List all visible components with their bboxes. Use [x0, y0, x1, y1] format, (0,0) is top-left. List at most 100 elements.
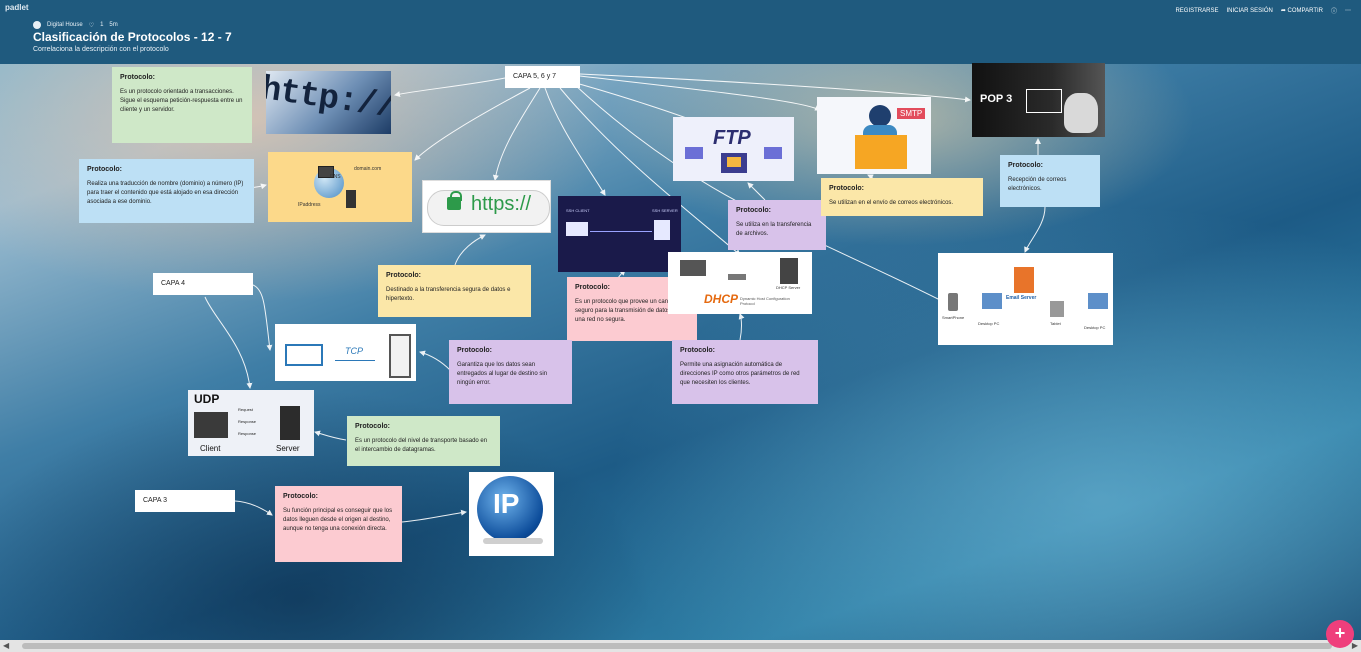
image-email-server[interactable]: Email Server SmartPhone Desktop PC Table… — [938, 253, 1113, 345]
https-text: https:// — [471, 193, 532, 215]
padlet-logo[interactable]: padlet — [5, 3, 29, 12]
folder-icon — [727, 157, 741, 167]
smtp-badge: SMTP — [897, 108, 926, 119]
desktop-icon-1 — [982, 293, 1002, 309]
laptop-left-icon — [685, 147, 703, 159]
card-https-description[interactable]: Protocolo: Destinado a la transferencia … — [378, 265, 531, 317]
like-count: 1 — [100, 22, 104, 28]
smartphone-icon — [948, 293, 958, 311]
scroll-right-icon[interactable]: ▶ — [1352, 641, 1358, 650]
image-udp[interactable]: UDP Request Response Response Client Ser… — [188, 390, 314, 456]
ip-text: IP — [493, 488, 520, 519]
card-text: Recepción de correos electrónicos. — [1008, 176, 1067, 192]
like-icon[interactable]: ♡ — [89, 22, 94, 29]
pop3-text: POP 3 — [980, 93, 1013, 105]
layer-label-capa3[interactable]: CAPA 3 — [135, 490, 235, 512]
layer-label-capa567[interactable]: CAPA 5, 6 y 7 — [505, 66, 580, 88]
image-dns[interactable]: domain.com DNS IPaddress — [268, 152, 412, 222]
board-title: Clasificación de Protocolos - 12 - 7 — [33, 30, 232, 44]
image-tcp[interactable]: TCP — [275, 324, 416, 381]
card-pop3-description[interactable]: Protocolo: Recepción de correos electrón… — [1000, 155, 1100, 207]
card-title: Protocolo: — [680, 347, 715, 354]
layer-label-capa4[interactable]: CAPA 4 — [153, 273, 253, 295]
image-ftp[interactable]: FTP — [673, 117, 794, 181]
more-icon[interactable]: ⋯ — [1345, 7, 1351, 14]
laptop-right-icon — [764, 147, 782, 159]
share-button[interactable]: ➦ COMPARTIR — [1281, 7, 1323, 14]
card-title: Protocolo: — [87, 166, 122, 173]
tablet-label: Tablet — [1050, 321, 1061, 326]
help-icon[interactable]: ⓘ — [1331, 6, 1337, 15]
card-text: Garantiza que los datos sean entregados … — [457, 361, 548, 386]
board-subtitle: Correlaciona la descripción con el proto… — [33, 46, 169, 53]
router-icon — [728, 274, 746, 280]
card-http-description[interactable]: Protocolo: Es un protocolo orientado a t… — [112, 67, 252, 143]
dhcp-server-icon — [780, 258, 798, 284]
card-ftp-description[interactable]: Protocolo: Se utiliza en la transferenci… — [728, 200, 826, 250]
desktop-label-2: Desktop PC — [1084, 325, 1106, 330]
udp-response-label-2: Response — [238, 431, 257, 436]
image-ip[interactable]: IP — [469, 472, 554, 556]
client-laptop-icon — [194, 412, 228, 438]
email-server-icon — [1014, 267, 1034, 293]
server-icon — [346, 190, 356, 208]
card-ip-description[interactable]: Protocolo: Su función principal es conse… — [275, 486, 402, 562]
desktop-icon-2 — [1088, 293, 1108, 309]
card-text: Se utiliza en la transferencia de archiv… — [736, 221, 812, 237]
image-ssh[interactable]: SSH CLIENT SSH SERVER — [558, 196, 681, 272]
server-icon — [389, 334, 411, 378]
dhcp-subtitle: Dynamic Host Configuration Protocol — [740, 296, 790, 306]
image-pop3[interactable]: POP 3 — [972, 63, 1105, 137]
plus-icon: + — [1334, 623, 1346, 643]
card-title: Protocolo: — [386, 272, 421, 279]
email-server-label: Email Server — [1006, 295, 1037, 301]
board-meta: Digital House ♡ 1 5m — [33, 21, 118, 29]
author-avatar[interactable] — [33, 21, 41, 29]
udp-client-label: Client — [200, 444, 221, 453]
image-dhcp[interactable]: DHCP Server DHCP Dynamic Host Configurat… — [668, 252, 812, 314]
card-text: Es un protocolo orientado a transaccione… — [120, 88, 243, 113]
card-text: Destinado a la transferencia segura de d… — [386, 286, 511, 302]
dhcp-text: DHCP — [704, 292, 739, 306]
card-title: Protocolo: — [457, 347, 492, 354]
dns-label-domain: domain.com — [354, 166, 382, 172]
card-text: Se utilizan en el envío de correos elect… — [829, 199, 954, 206]
scroll-left-icon[interactable]: ◀ — [3, 641, 9, 650]
image-https[interactable]: https:// — [422, 180, 551, 233]
udp-text: UDP — [194, 392, 220, 406]
register-button[interactable]: REGISTRARSE — [1175, 8, 1218, 14]
cable-icon — [483, 538, 543, 544]
author-name[interactable]: Digital House — [47, 22, 83, 28]
ssh-server-label: SSH SERVER — [652, 208, 678, 213]
hand-icon — [1064, 93, 1098, 133]
http-text: http://ww — [266, 71, 391, 133]
dns-label-dns: DNS — [330, 174, 341, 180]
ftp-text: FTP — [713, 127, 751, 149]
card-title: Protocolo: — [355, 423, 390, 430]
image-smtp[interactable]: SMTP — [817, 97, 931, 174]
dhcp-server-label: DHCP Server — [776, 285, 801, 290]
computer-icon — [680, 260, 706, 276]
add-post-button[interactable]: + — [1326, 620, 1354, 648]
share-label: COMPARTIR — [1287, 8, 1323, 14]
server-icon — [280, 406, 300, 440]
time-ago: 5m — [109, 22, 118, 28]
card-text: Permite una asignación automática de dir… — [680, 361, 800, 386]
laptop-icon — [285, 344, 323, 366]
card-udp-description[interactable]: Protocolo: Es un protocolo del nivel de … — [347, 416, 500, 466]
smartphone-label: SmartPhone — [942, 315, 965, 320]
card-tcp-description[interactable]: Protocolo: Garantiza que los datos sean … — [449, 340, 572, 404]
login-button[interactable]: INICIAR SESIÓN — [1226, 8, 1272, 14]
horizontal-scrollbar[interactable]: ◀ ▶ — [0, 640, 1361, 652]
card-title: Protocolo: — [829, 185, 864, 192]
card-dhcp-description[interactable]: Protocolo: Permite una asignación automá… — [672, 340, 818, 404]
scrollbar-thumb[interactable] — [22, 643, 1332, 649]
dns-label-ip: IPaddress — [298, 202, 321, 208]
card-title: Protocolo: — [736, 207, 771, 214]
image-http[interactable]: http://ww — [266, 71, 391, 134]
client-laptop-icon — [566, 222, 588, 236]
lock-shackle-icon — [450, 191, 462, 201]
card-dns-description[interactable]: Protocolo: Realiza una traducción de nom… — [79, 159, 254, 223]
card-smtp-description[interactable]: Protocolo: Se utilizan en el envío de co… — [821, 178, 983, 216]
person-icon — [869, 105, 891, 127]
